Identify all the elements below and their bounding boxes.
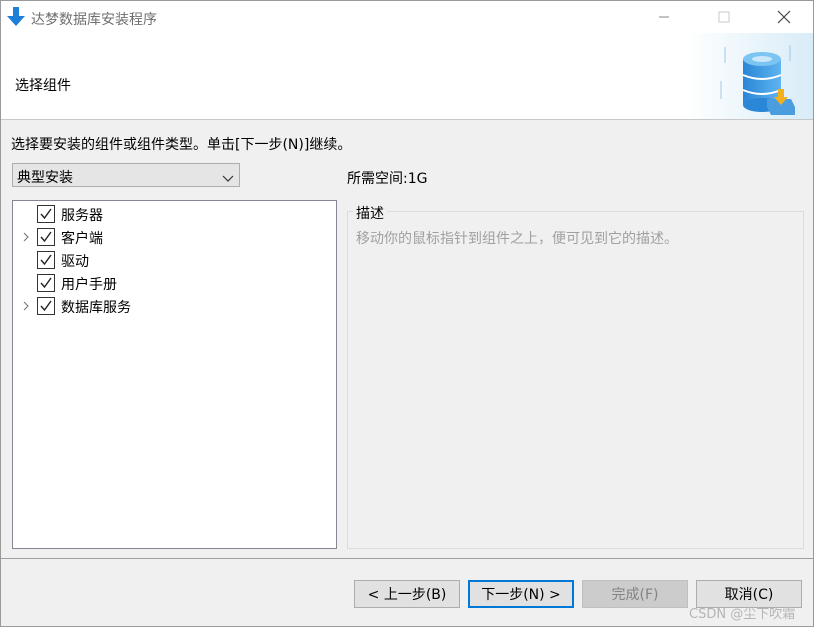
component-tree[interactable]: 服务器 客户端 驱动 用户手册 数据库服务	[12, 200, 337, 549]
minimize-button[interactable]	[641, 1, 687, 33]
tree-item-db-service[interactable]: 数据库服务	[13, 295, 333, 317]
back-button[interactable]: < 上一步(B)	[354, 580, 460, 608]
checkmark-icon	[40, 254, 52, 266]
maximize-button[interactable]	[701, 1, 747, 33]
download-arrow-icon	[7, 7, 25, 27]
close-button[interactable]	[761, 1, 807, 33]
chevron-down-icon	[222, 171, 234, 187]
component-checkbox[interactable]	[37, 251, 55, 269]
tree-item-label: 服务器	[61, 208, 103, 224]
component-checkbox[interactable]	[37, 228, 55, 246]
tree-item-server[interactable]: 服务器	[13, 203, 333, 225]
component-checkbox[interactable]	[37, 297, 55, 315]
window-title: 达梦数据库安装程序	[31, 12, 157, 28]
installer-window: 达梦数据库安装程序 选择组件 选择要安装的组件或组件类型。单击[下一步(N)]继…	[0, 0, 814, 627]
footer-divider	[1, 558, 813, 559]
description-group	[347, 211, 804, 549]
tree-item-label: 用户手册	[61, 277, 117, 293]
description-title: 描述	[353, 203, 387, 223]
space-required-label: 所需空间:1G	[347, 171, 428, 187]
tree-item-driver[interactable]: 驱动	[13, 249, 333, 271]
minimize-icon	[658, 11, 670, 23]
install-type-value: 典型安装	[17, 170, 73, 186]
checkmark-icon	[40, 231, 52, 243]
wizard-header: 选择组件	[1, 33, 813, 120]
tree-item-label: 驱动	[61, 254, 89, 270]
chevron-right-icon[interactable]	[21, 300, 31, 312]
database-install-icon	[685, 33, 813, 119]
tree-item-client[interactable]: 客户端	[13, 226, 333, 248]
tree-item-label: 客户端	[61, 231, 103, 247]
chevron-right-icon[interactable]	[21, 231, 31, 243]
checkmark-icon	[40, 300, 52, 312]
instruction-text: 选择要安装的组件或组件类型。单击[下一步(N)]继续。	[11, 137, 352, 153]
checkmark-icon	[40, 208, 52, 220]
checkmark-icon	[40, 277, 52, 289]
title-bar[interactable]: 达梦数据库安装程序	[1, 1, 813, 33]
maximize-icon	[718, 11, 730, 23]
next-button[interactable]: 下一步(N) >	[468, 580, 574, 608]
page-title: 选择组件	[15, 78, 71, 94]
install-type-select[interactable]: 典型安装	[12, 163, 240, 187]
component-checkbox[interactable]	[37, 205, 55, 223]
finish-button[interactable]: 完成(F)	[582, 580, 688, 608]
close-icon	[777, 10, 791, 24]
tree-item-label: 数据库服务	[61, 300, 131, 316]
tree-item-manual[interactable]: 用户手册	[13, 272, 333, 294]
description-text: 移动你的鼠标指针到组件之上，便可见到它的描述。	[356, 231, 678, 247]
component-checkbox[interactable]	[37, 274, 55, 292]
watermark: CSDN @尘下吹霜	[689, 607, 796, 622]
